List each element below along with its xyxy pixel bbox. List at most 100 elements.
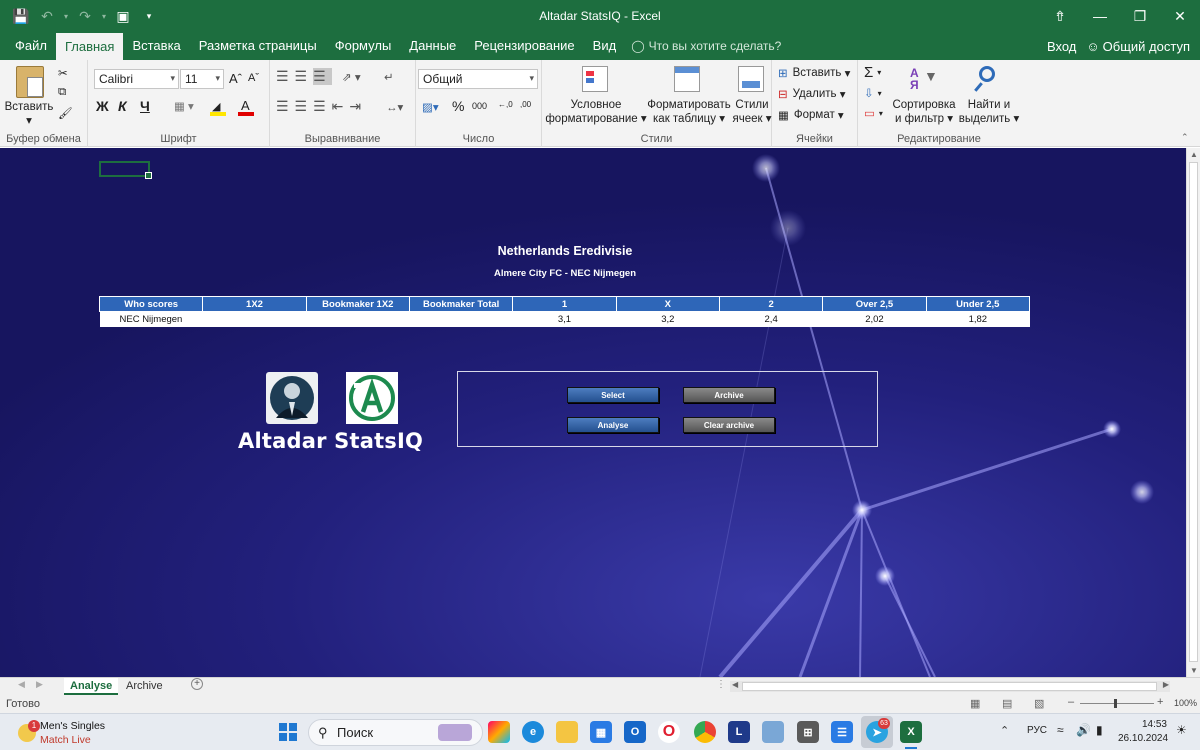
paste-icon[interactable] <box>16 66 44 98</box>
next-sheet-icon[interactable]: ▶ <box>36 679 43 690</box>
sheet-tab-analyse[interactable]: Analyse <box>64 678 119 695</box>
select-button[interactable]: Select <box>567 387 659 403</box>
tab-split-handle[interactable]: ⋮ <box>716 679 726 690</box>
number-format-select[interactable]: Общий ▾ <box>418 69 538 89</box>
cell-odds-1[interactable]: 3,1 <box>512 311 617 327</box>
header-bookmaker-total[interactable]: Bookmaker Total <box>408 296 514 312</box>
font-name-select[interactable]: Calibri ▾ <box>94 69 179 89</box>
form-icon[interactable]: ▣ <box>110 4 136 28</box>
vertical-scroll-thumb[interactable] <box>1189 162 1198 662</box>
scroll-left-icon[interactable]: ◀ <box>732 680 738 689</box>
grow-font-icon[interactable]: Aˆ <box>229 71 242 86</box>
windows-start-icon[interactable] <box>277 721 299 743</box>
vertical-scrollbar[interactable]: ▲ ▼ <box>1186 148 1200 677</box>
tab-review[interactable]: Рецензирование <box>465 32 583 60</box>
archive-button[interactable]: Archive <box>683 387 775 403</box>
conditional-formatting-icon[interactable] <box>582 66 608 92</box>
collapse-ribbon-icon[interactable]: ⌃ <box>1181 132 1189 143</box>
outlook-icon[interactable]: O <box>624 721 646 743</box>
zoom-out-icon[interactable]: – <box>1068 696 1074 708</box>
cell-odds-2[interactable]: 2,4 <box>719 311 823 327</box>
conditional-formatting-button[interactable]: Условное форматирование ▾ <box>544 98 648 126</box>
volume-icon[interactable]: 🔊 <box>1076 723 1091 737</box>
language-indicator[interactable]: РУС <box>1027 725 1047 736</box>
clear-icon[interactable]: ▭ ▾ <box>864 106 883 120</box>
cell-under-2-5[interactable]: 1,82 <box>926 311 1030 327</box>
zoom-slider-knob[interactable] <box>1114 699 1117 708</box>
excel-icon[interactable]: X <box>900 721 922 743</box>
format-cells-button[interactable]: ▦ Формат ▾ <box>778 108 844 122</box>
tab-view[interactable]: Вид <box>584 32 626 60</box>
paste-button[interactable]: Вставить ▾ <box>4 100 54 128</box>
zoom-slider-track[interactable] <box>1080 703 1154 704</box>
redo-icon[interactable]: ↷ <box>72 4 98 28</box>
scroll-down-icon[interactable]: ▼ <box>1190 666 1198 675</box>
increase-decimal-icon[interactable]: ←,0 <box>498 100 513 109</box>
format-as-table-icon[interactable] <box>674 66 700 92</box>
sort-filter-icon[interactable]: A Я ▼ <box>908 66 938 94</box>
delete-cells-button[interactable]: ⊟ Удалить ▾ <box>778 87 846 101</box>
font-size-select[interactable]: 11 ▾ <box>180 69 224 89</box>
notifications-icon[interactable]: ☀ <box>1176 723 1187 737</box>
l-app-icon[interactable]: L <box>728 721 750 743</box>
header-over-2-5[interactable]: Over 2,5 <box>822 296 927 312</box>
wifi-icon[interactable]: ≈ <box>1057 723 1064 737</box>
fill-icon[interactable]: ⇩ ▾ <box>864 86 882 100</box>
tab-formulas[interactable]: Формулы <box>326 32 401 60</box>
chrome-icon[interactable] <box>694 721 716 743</box>
taskbar-search[interactable]: ⚲ Поиск <box>308 719 483 746</box>
thousands-icon[interactable]: 000 <box>472 101 487 111</box>
add-sheet-icon[interactable]: + <box>191 678 203 690</box>
scroll-right-icon[interactable]: ▶ <box>1163 680 1169 689</box>
header-2[interactable]: 2 <box>718 296 824 312</box>
cell-over-2-5[interactable]: 2,02 <box>822 311 927 327</box>
edge-icon[interactable]: e <box>522 721 544 743</box>
file-explorer-icon[interactable] <box>556 721 578 743</box>
notification-widget[interactable]: 1 Men's Singles Match Live <box>18 718 138 748</box>
decrease-decimal-icon[interactable]: ,00 <box>520 100 531 109</box>
borders-icon[interactable]: ▦ ▾ <box>174 99 194 113</box>
cell-who-scores[interactable]: NEC Nijmegen <box>99 311 203 327</box>
copilot-icon[interactable] <box>488 721 510 743</box>
notepad-icon[interactable]: ☰ <box>831 721 853 743</box>
format-as-table-button[interactable]: Форматировать как таблицу ▾ <box>644 98 734 126</box>
underline-button[interactable]: Ч <box>140 98 150 114</box>
share-button[interactable]: ☺ Общий доступ <box>1086 39 1190 54</box>
battery-icon[interactable]: ▮ <box>1096 723 1103 737</box>
selected-cell[interactable] <box>99 161 152 179</box>
tell-me-box[interactable]: ◯ Что вы хотите сделать? <box>631 32 781 60</box>
sort-filter-button[interactable]: Сортировка и фильтр ▾ <box>888 98 960 126</box>
header-who-scores[interactable]: Who scores <box>98 296 204 312</box>
minimize-button[interactable]: — <box>1080 0 1120 32</box>
bold-button[interactable]: Ж <box>96 98 109 114</box>
tab-home[interactable]: Главная <box>55 33 124 60</box>
cell-bookmaker-total[interactable] <box>409 311 513 327</box>
tab-data[interactable]: Данные <box>400 32 465 60</box>
page-break-view-icon[interactable]: ▧ <box>1034 697 1044 710</box>
horizontal-scrollbar[interactable]: ◀ ▶ <box>730 680 1170 692</box>
scroll-up-icon[interactable]: ▲ <box>1190 150 1198 159</box>
percent-icon[interactable]: % <box>452 98 464 114</box>
dropdown-icon[interactable]: ▾ <box>60 4 72 28</box>
close-button[interactable]: ✕ <box>1160 0 1200 32</box>
dropdown-icon[interactable]: ▾ <box>98 4 110 28</box>
prev-sheet-icon[interactable]: ◀ <box>18 679 25 690</box>
sign-in-link[interactable]: Вход <box>1047 39 1076 54</box>
maximize-button[interactable]: ❐ <box>1120 0 1160 32</box>
store-icon[interactable]: ▦ <box>590 721 612 743</box>
tab-page-layout[interactable]: Разметка страницы <box>190 32 326 60</box>
merge-center-icon[interactable]: ↔▾ <box>386 100 403 114</box>
horizontal-align-icons[interactable]: ☰☰☰⇤⇥ <box>276 98 367 115</box>
header-x[interactable]: X <box>615 296 720 312</box>
tab-insert[interactable]: Вставка <box>123 32 189 60</box>
format-painter-icon[interactable]: 🖌 <box>58 106 73 120</box>
cell-styles-icon[interactable] <box>738 66 764 92</box>
cell-styles-button[interactable]: Стили ячеек ▾ <box>730 98 774 126</box>
zoom-in-icon[interactable]: + <box>1157 696 1163 708</box>
header-under-2-5[interactable]: Under 2,5 <box>925 296 1031 312</box>
copy-icon[interactable]: ⧉ <box>58 86 66 99</box>
orientation-icon[interactable]: ⇗ ▾ <box>342 70 361 84</box>
cell-1x2[interactable] <box>202 311 307 327</box>
vertical-align-icons[interactable]: ☰☰ ☰ <box>276 68 332 85</box>
currency-icon[interactable]: ▨▾ <box>422 100 439 114</box>
